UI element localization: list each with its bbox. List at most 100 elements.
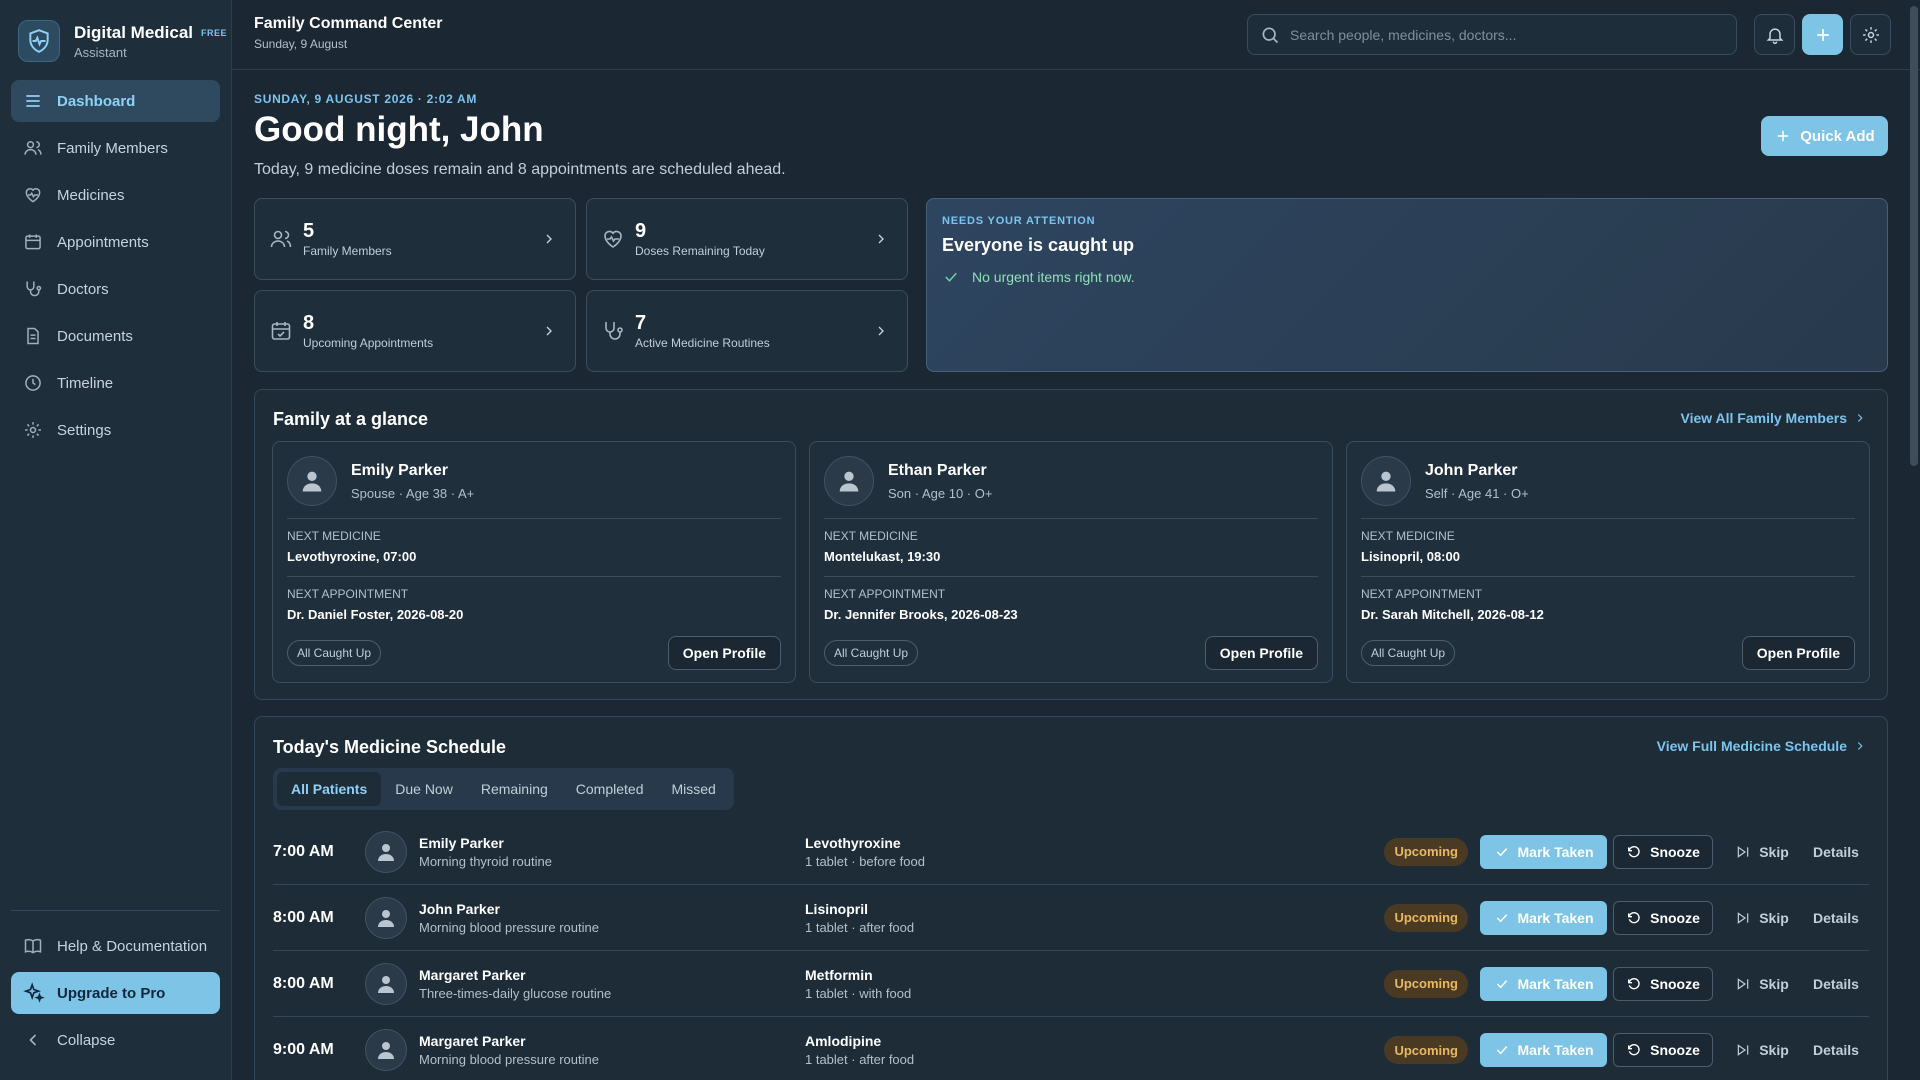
stat-card-upcoming-appointments[interactable]: 8 Upcoming Appointments [254, 290, 576, 372]
next-medicine-label: NEXT MEDICINE [824, 529, 918, 543]
sidebar-item-medicines[interactable]: Medicines [11, 174, 220, 216]
chevron-right-icon [1847, 411, 1867, 425]
open-profile-button[interactable]: Open Profile [1741, 636, 1855, 670]
sidebar-item-label: Documents [57, 327, 133, 345]
rotate-ccw-icon [1626, 844, 1650, 860]
sidebar-item-label: Dashboard [57, 92, 136, 110]
person-icon [374, 906, 398, 930]
medicine-name: Levothyroxine [805, 834, 901, 851]
snooze-button[interactable]: Snooze [1613, 900, 1713, 935]
sidebar-item-dashboard[interactable]: Dashboard [11, 80, 220, 122]
sidebar-item-doctors[interactable]: Doctors [11, 268, 220, 310]
next-appointment-label: NEXT APPOINTMENT [824, 587, 946, 601]
next-medicine-value: Levothyroxine, 07:00 [287, 549, 417, 564]
details-button[interactable]: Details [1803, 967, 1869, 1001]
settings-button[interactable] [1850, 14, 1891, 55]
gear-icon [23, 420, 43, 440]
attention-title: Everyone is caught up [942, 235, 1135, 255]
details-button[interactable]: Details [1803, 1033, 1869, 1067]
chevron-right-icon [541, 323, 557, 339]
plus-icon [1813, 25, 1833, 45]
add-button[interactable] [1802, 14, 1843, 55]
brand[interactable]: Digital Medical FREE Assistant [18, 20, 227, 62]
check-icon [1494, 976, 1518, 992]
sidebar-item-timeline[interactable]: Timeline [11, 362, 220, 404]
stat-card-family-members[interactable]: 5 Family Members [254, 198, 576, 280]
mark-taken-button[interactable]: Mark Taken [1480, 834, 1607, 869]
dose-time: 8:00 AM [273, 908, 334, 926]
tab-completed[interactable]: Completed [562, 772, 658, 806]
sidebar-item-family-members[interactable]: Family Members [11, 127, 220, 169]
next-appointment-value: Dr. Sarah Mitchell, 2026-08-12 [1361, 607, 1544, 622]
gear-icon [1861, 25, 1881, 45]
notifications-button[interactable] [1754, 14, 1795, 55]
open-profile-button[interactable]: Open Profile [1204, 636, 1318, 670]
help-documentation-link[interactable]: Help & Documentation [11, 925, 220, 967]
view-all-family-link[interactable]: View All Family Members [1680, 410, 1867, 426]
snooze-button[interactable]: Snooze [1613, 834, 1713, 869]
sidebar-item-label: Medicines [57, 186, 125, 204]
search-input[interactable] [1290, 26, 1710, 43]
skip-button[interactable]: Skip [1727, 835, 1797, 869]
page-header-date: Sunday, 9 August [254, 37, 348, 51]
skip-button[interactable]: Skip [1727, 901, 1797, 935]
sidebar-item-label: Settings [57, 421, 112, 439]
sidebar-item-documents[interactable]: Documents [11, 315, 220, 357]
help-label: Help & Documentation [57, 937, 208, 955]
users-icon [23, 138, 43, 158]
heart-pulse-icon [601, 227, 625, 251]
app-subtitle: Assistant [74, 44, 127, 60]
mark-taken-button[interactable]: Mark Taken [1480, 1033, 1607, 1067]
quick-add-label: Quick Add [1800, 127, 1875, 145]
details-button[interactable]: Details [1803, 835, 1869, 869]
status-badge: All Caught Up [824, 640, 919, 666]
member-name: Emily Parker [351, 461, 448, 479]
skip-label: Skip [1759, 1042, 1789, 1058]
stethoscope-icon [23, 279, 43, 299]
skip-label: Skip [1759, 975, 1789, 992]
tab-remaining[interactable]: Remaining [467, 772, 562, 806]
member-meta: Spouse · Age 38 · A+ [351, 485, 475, 501]
mark-taken-button[interactable]: Mark Taken [1480, 966, 1607, 1001]
clock-icon [23, 373, 43, 393]
collapse-button[interactable]: Collapse [11, 1019, 220, 1061]
dose-instructions: 1 tablet · after food [805, 1052, 915, 1067]
family-panel: Family at a glance View All Family Membe… [254, 389, 1888, 700]
quick-add-button[interactable]: Quick Add [1761, 116, 1888, 156]
menu-icon [23, 91, 43, 111]
stat-card-doses-remaining[interactable]: 9 Doses Remaining Today [586, 198, 908, 280]
bell-icon [1765, 25, 1785, 45]
skip-forward-icon [1735, 910, 1759, 926]
tab-due-now[interactable]: Due Now [381, 772, 467, 806]
skip-button[interactable]: Skip [1727, 1033, 1797, 1067]
upgrade-button[interactable]: Upgrade to Pro [11, 972, 220, 1014]
attention-message: No urgent items right now. [972, 269, 1135, 285]
view-full-schedule-link[interactable]: View Full Medicine Schedule [1657, 738, 1867, 754]
sparkle-icon [23, 982, 45, 1004]
open-profile-button[interactable]: Open Profile [667, 636, 781, 670]
upgrade-label: Upgrade to Pro [57, 984, 166, 1002]
sidebar-item-appointments[interactable]: Appointments [11, 221, 220, 263]
stat-card-active-routines[interactable]: 7 Active Medicine Routines [586, 290, 908, 372]
member-card: Ethan Parker Son · Age 10 · O+ NEXT MEDIC… [809, 441, 1333, 683]
tab-missed[interactable]: Missed [657, 772, 729, 806]
snooze-button[interactable]: Snooze [1613, 966, 1713, 1001]
mark-taken-label: Mark Taken [1517, 843, 1594, 860]
search-box[interactable] [1247, 14, 1737, 55]
skip-button[interactable]: Skip [1727, 967, 1797, 1001]
person-icon [835, 467, 863, 495]
sidebar-item-settings[interactable]: Settings [11, 409, 220, 451]
status-badge: All Caught Up [287, 640, 382, 666]
next-appointment-label: NEXT APPOINTMENT [287, 587, 409, 601]
details-button[interactable]: Details [1803, 901, 1869, 935]
avatar [1361, 456, 1411, 506]
routine-name: Morning thyroid routine [419, 853, 552, 869]
stat-value: 8 [303, 312, 315, 334]
top-bar: Family Command Center Sunday, 9 August [232, 0, 1920, 70]
mark-taken-button[interactable]: Mark Taken [1480, 900, 1607, 935]
rotate-ccw-icon [1626, 976, 1650, 992]
page-scrollbar[interactable] [1910, 6, 1918, 466]
tab-all-patients[interactable]: All Patients [277, 772, 382, 806]
snooze-button[interactable]: Snooze [1613, 1033, 1713, 1067]
schedule-row: 7:00 AM Emily Parker Morning thyroid rout… [273, 819, 1869, 885]
